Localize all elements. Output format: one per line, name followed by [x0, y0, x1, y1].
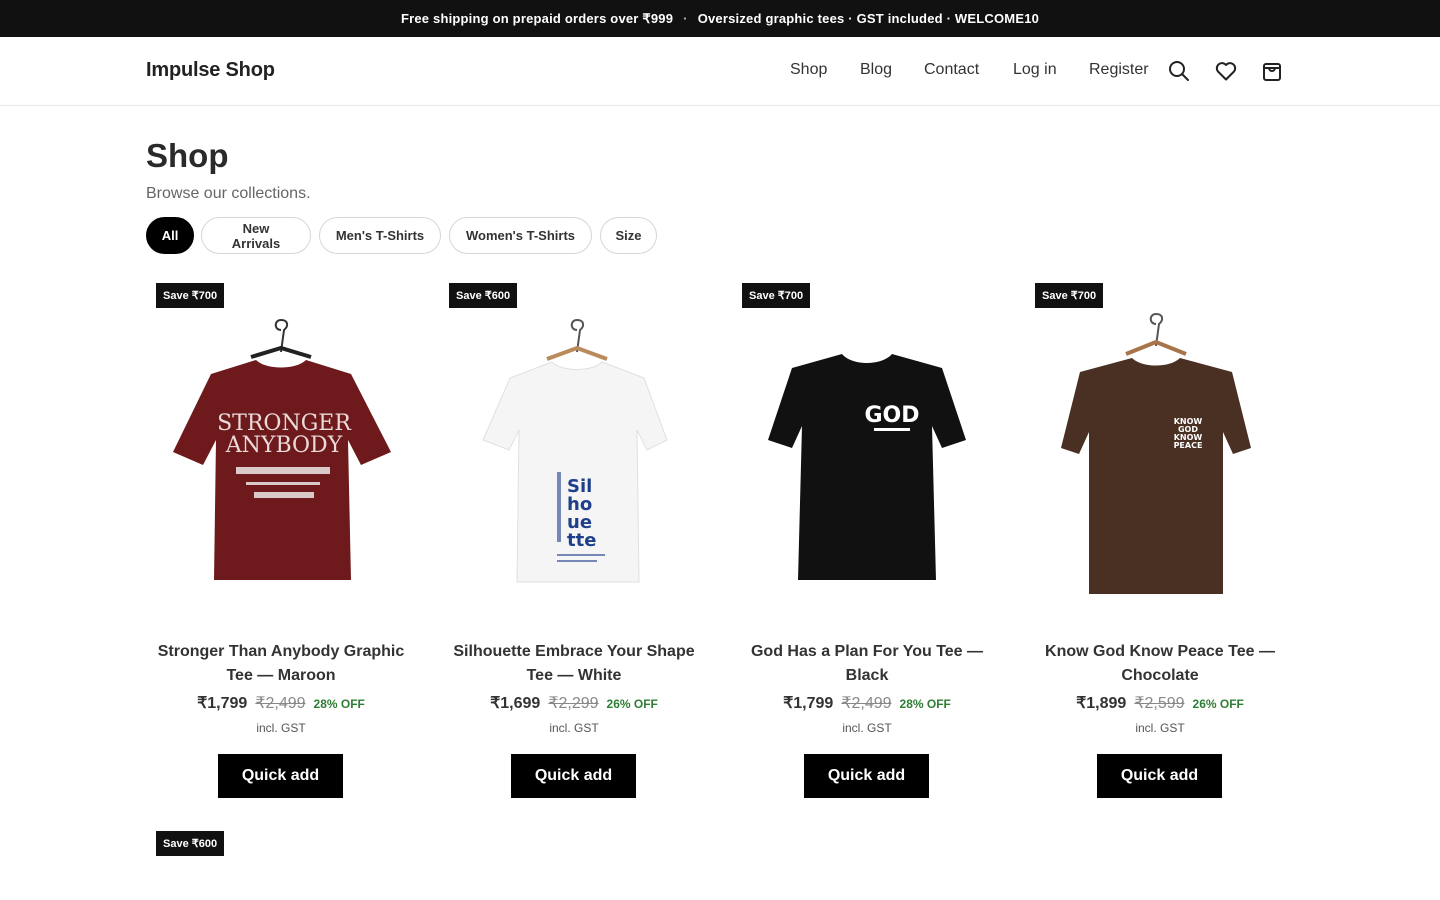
product-card[interactable]: Save ₹700 KNOW GOD KNOW PEACE Know God K…: [1025, 282, 1295, 802]
site-header: Impulse Shop Shop Blog Contact Log in Re…: [0, 37, 1440, 106]
announcement-text-shipping: Free shipping on prepaid orders over ₹99…: [400, 10, 674, 26]
compare-price: ₹2,299: [548, 695, 599, 712]
bag-icon[interactable]: [1260, 59, 1284, 83]
discount-label: 28% OFF: [899, 697, 951, 711]
save-badge: Save ₹700: [742, 283, 811, 308]
nav-link-register[interactable]: Register: [1089, 61, 1149, 79]
filter-all[interactable]: All: [146, 217, 194, 254]
compare-price: ₹2,499: [255, 695, 306, 712]
svg-text:ANYBODY: ANYBODY: [225, 433, 343, 458]
announcement-text-promo: Oversized graphic tees · GST included · …: [697, 11, 1040, 26]
quick-add-button[interactable]: Quick add: [511, 754, 636, 798]
heart-icon[interactable]: [1214, 59, 1238, 83]
svg-text:PEACE: PEACE: [1174, 441, 1203, 450]
site-logo[interactable]: Impulse Shop: [146, 59, 275, 82]
nav-link-login[interactable]: Log in: [1013, 61, 1057, 79]
discount-label: 28% OFF: [313, 697, 365, 711]
product-title[interactable]: Know God Know Peace Tee — Chocolate: [1025, 640, 1295, 688]
price-row: ₹1,799 ₹2,499 28% OFF: [146, 693, 416, 713]
product-image[interactable]: STRONGER ANYBODY: [146, 312, 416, 622]
tax-note: incl. GST: [549, 721, 599, 735]
nav-link-shop[interactable]: Shop: [790, 61, 827, 79]
save-badge: Save ₹700: [156, 283, 225, 308]
quick-add-button[interactable]: Quick add: [1097, 754, 1222, 798]
compare-price: ₹2,499: [841, 695, 892, 712]
compare-price: ₹2,599: [1134, 695, 1185, 712]
save-badge: Save ₹600: [449, 283, 518, 308]
sale-price: ₹1,699: [490, 695, 541, 712]
product-card[interactable]: Save ₹600: [146, 830, 416, 900]
filter-womens-tshirts[interactable]: Women's T-Shirts: [449, 217, 592, 254]
sale-price: ₹1,899: [1076, 695, 1127, 712]
product-title[interactable]: Silhouette Embrace Your Shape Tee — Whit…: [439, 640, 709, 688]
page-subtitle: Browse our collections.: [146, 185, 311, 202]
sale-price: ₹1,799: [783, 695, 834, 712]
search-icon[interactable]: [1167, 59, 1191, 83]
announcement-bar: Free shipping on prepaid orders over ₹99…: [0, 0, 1440, 37]
tshirt-shape: [1061, 358, 1251, 594]
save-badge: Save ₹600: [156, 831, 225, 856]
tax-note: incl. GST: [1135, 721, 1185, 735]
filter-size[interactable]: Size: [600, 217, 657, 254]
discount-label: 26% OFF: [606, 697, 658, 711]
announcement-separator: ·: [683, 11, 688, 26]
product-card[interactable]: Save ₹700 GOD God Has a Plan For You Tee…: [732, 282, 1002, 802]
filter-mens-tshirts[interactable]: Men's T-Shirts: [319, 217, 441, 254]
price-row: ₹1,899 ₹2,599 26% OFF: [1025, 693, 1295, 713]
price-row: ₹1,699 ₹2,299 26% OFF: [439, 693, 709, 713]
quick-add-button[interactable]: Quick add: [804, 754, 929, 798]
svg-text:GOD: GOD: [864, 403, 919, 428]
nav-link-contact[interactable]: Contact: [924, 61, 979, 79]
product-title[interactable]: Stronger Than Anybody Graphic Tee — Maro…: [146, 640, 416, 688]
product-title[interactable]: God Has a Plan For You Tee — Black: [732, 640, 1002, 688]
product-card[interactable]: Save ₹700 STRONGER ANYBODY Stronger Than…: [146, 282, 416, 802]
sale-price: ₹1,799: [197, 695, 248, 712]
tax-note: incl. GST: [256, 721, 306, 735]
product-card[interactable]: Save ₹600 Sil ho ue tte Silhouette Embra…: [439, 282, 709, 802]
product-image[interactable]: GOD: [732, 312, 1002, 622]
tshirt-shape: [768, 354, 966, 580]
price-row: ₹1,799 ₹2,499 28% OFF: [732, 693, 1002, 713]
discount-label: 26% OFF: [1192, 697, 1244, 711]
svg-text:tte: tte: [567, 530, 596, 551]
page-title: Shop: [146, 137, 229, 174]
save-badge: Save ₹700: [1035, 283, 1104, 308]
product-image[interactable]: KNOW GOD KNOW PEACE: [1025, 312, 1295, 622]
product-image[interactable]: Sil ho ue tte: [439, 312, 709, 622]
quick-add-button[interactable]: Quick add: [218, 754, 343, 798]
nav-link-blog[interactable]: Blog: [860, 61, 892, 79]
filter-new-arrivals[interactable]: New Arrivals: [201, 217, 311, 254]
tax-note: incl. GST: [842, 721, 892, 735]
